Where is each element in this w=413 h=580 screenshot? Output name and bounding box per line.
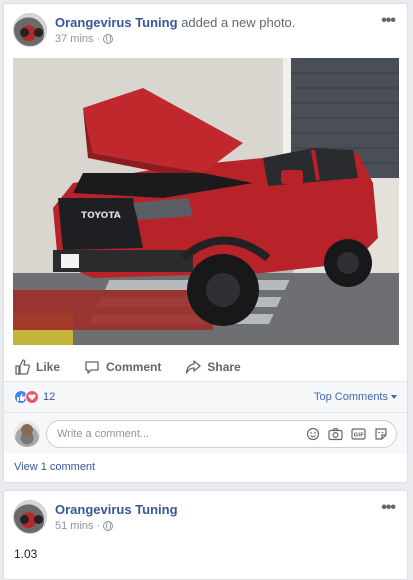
comment-sort-label: Top Comments	[314, 391, 388, 403]
page-avatar[interactable]	[13, 500, 47, 534]
feed-post: Orangevirus Tuning added a new photo. 37…	[3, 3, 408, 483]
ellipsis-icon[interactable]: •••	[381, 499, 396, 517]
meta-separator: ·	[96, 33, 101, 45]
reaction-count[interactable]: 12	[43, 391, 55, 403]
view-comments-link[interactable]: View 1 comment	[14, 461, 95, 473]
comment-input[interactable]	[57, 427, 306, 440]
reactions-bar: 12 Top Comments	[4, 382, 407, 412]
avatar-wheel	[34, 515, 43, 524]
avatar-wheel	[20, 515, 29, 524]
page-avatar[interactable]	[13, 13, 47, 47]
author-name[interactable]: Orangevirus Tuning	[55, 15, 178, 30]
thumbs-up-icon	[14, 358, 30, 375]
avatar-wheel	[34, 28, 43, 37]
post-meta: 37 mins ·	[55, 33, 114, 45]
like-button[interactable]: Like	[14, 358, 61, 375]
comment-sort-dropdown[interactable]: Top Comments	[314, 391, 397, 403]
feed-post: Orangevirus Tuning 51 mins · ••• 1.03	[3, 490, 408, 580]
post-action-text: added a new photo.	[181, 15, 296, 30]
post-timestamp[interactable]: 37 mins	[55, 33, 94, 45]
post-actions: Like Comment Share	[4, 352, 407, 382]
like-label: Like	[36, 359, 61, 374]
comment-button[interactable]: Comment	[84, 359, 161, 375]
camera-icon[interactable]	[328, 427, 343, 441]
share-button[interactable]: Share	[185, 359, 241, 375]
ellipsis-icon[interactable]: •••	[381, 12, 396, 30]
share-arrow-icon	[185, 359, 202, 375]
truck-photo-illustration: TOYOTA	[13, 58, 399, 345]
love-reaction-icon[interactable]	[25, 390, 39, 404]
share-label: Share	[207, 359, 241, 374]
meta-separator: ·	[96, 520, 101, 532]
post-header: Orangevirus Tuning 51 mins · •••	[4, 491, 407, 541]
post-meta: 51 mins ·	[55, 520, 114, 532]
author-name[interactable]: Orangevirus Tuning	[55, 502, 178, 517]
comment-composer: GIF	[4, 412, 407, 454]
chevron-down-icon	[391, 395, 397, 399]
comment-tools: GIF	[306, 427, 388, 441]
speech-bubble-icon	[84, 359, 100, 375]
globe-icon	[103, 521, 114, 531]
comment-label: Comment	[106, 359, 162, 374]
post-title-line: Orangevirus Tuning	[55, 502, 178, 517]
avatar-wheel	[20, 28, 29, 37]
user-avatar[interactable]	[14, 420, 40, 447]
post-title-line: Orangevirus Tuning added a new photo.	[55, 15, 295, 30]
post-text: 1.03	[14, 547, 38, 561]
sticker-icon[interactable]	[374, 427, 388, 441]
svg-text:GIF: GIF	[354, 432, 365, 438]
globe-icon	[103, 34, 114, 44]
comment-box: GIF	[46, 419, 397, 448]
emoji-icon[interactable]	[306, 427, 320, 441]
svg-text:TOYOTA: TOYOTA	[81, 211, 121, 221]
post-header: Orangevirus Tuning added a new photo. 37…	[4, 4, 407, 54]
gif-icon[interactable]: GIF	[351, 427, 366, 441]
post-photo[interactable]: TOYOTA	[13, 58, 399, 345]
post-timestamp[interactable]: 51 mins	[55, 520, 94, 532]
